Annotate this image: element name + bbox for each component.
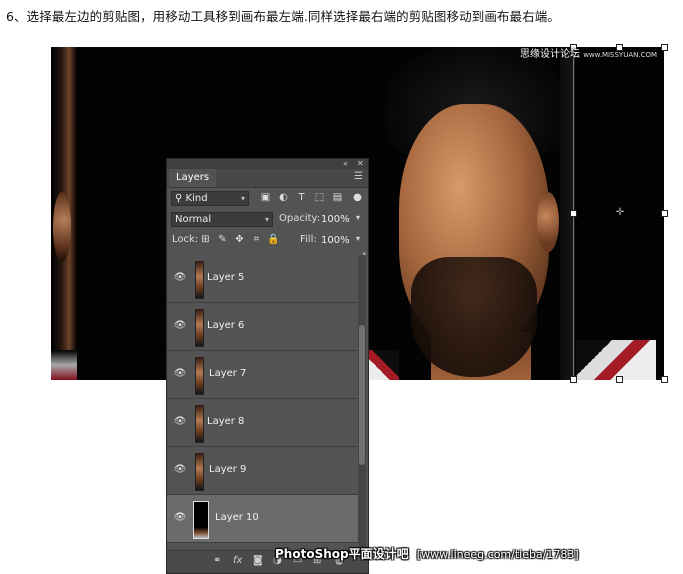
smart-object-filter-icon[interactable]: ▤ [331,191,344,204]
left-clip-image[interactable] [51,47,77,380]
watermark-top: 思缘设计论坛 www.MISSYUAN.COM [520,45,657,60]
layer-thumbnail [193,501,209,539]
watermark-brand: PhotoShop平面设计吧 [275,547,409,561]
layer-thumbnail [195,453,204,491]
fill-label: Fill: [300,234,317,245]
lock-all-icon[interactable]: 🔒 [267,233,280,246]
visibility-eye-icon[interactable]: 👁 [173,320,187,332]
adjustment-filter-icon[interactable]: ◐ [277,191,290,204]
lock-transparent-icon[interactable]: ⊞ [199,233,212,246]
fx-icon[interactable]: fx [233,555,242,567]
watermark-url: [www.lineeg.com/tieba/1783] [416,548,579,561]
opacity-input[interactable]: 100% [321,212,350,227]
shirt-collar-left [369,350,399,380]
fill-input[interactable]: 100% [321,233,350,248]
filter-toggle-icon[interactable]: ● [351,191,364,204]
chevron-down-icon: ▾ [264,215,269,224]
shirt-collar-right [576,340,656,380]
transform-handle-mid-right[interactable] [661,210,668,217]
chevron-down-icon: ▾ [240,194,245,203]
pixel-filter-icon[interactable]: ▣ [259,191,272,204]
lock-row: Lock: ⊞ ✎ ✥ ⌗ 🔒 Fill: 100% ▾ [167,230,368,251]
watermark-top-small: www.MISSYUAN.COM [583,51,658,59]
layer-row[interactable]: 👁 Layer 8 [167,399,358,447]
lock-position-icon[interactable]: ✥ [233,233,246,246]
chevron-down-icon[interactable]: ▾ [356,234,360,243]
blend-mode-value: Normal [175,214,212,225]
layer-name: Layer 8 [207,416,245,427]
collapse-icon[interactable]: « [343,159,348,169]
layers-list: 👁 Layer 5 👁 Layer 6 👁 Layer 7 👁 Layer 8 … [167,255,358,550]
visibility-eye-icon[interactable]: 👁 [173,512,187,524]
layer-name: Layer 10 [215,512,259,523]
transform-handle-bottom-left[interactable] [570,376,577,383]
ear [537,192,559,252]
layers-scrollbar[interactable] [358,255,366,550]
left-shirt-fragment [51,350,77,380]
visibility-eye-icon[interactable]: 👁 [173,464,187,476]
transform-handle-bottom-mid[interactable] [616,376,623,383]
blend-row: Normal ▾ Opacity: 100% ▾ [167,209,368,230]
scrollbar-thumb[interactable] [359,325,365,465]
tab-layers[interactable]: Layers [169,169,217,187]
transform-center-icon[interactable]: ✛ [615,208,625,218]
filter-row: ⚲ Kind ▾ ▣ ◐ T ⬚ ▤ ● [167,188,368,209]
layer-name: Layer 5 [207,272,245,283]
layer-row[interactable]: 👁 Layer 9 [167,447,358,495]
lock-label: Lock: [172,234,199,245]
opacity-label: Opacity: [279,213,321,224]
watermark-top-text: 思缘设计论坛 [520,49,580,60]
lock-artboard-icon[interactable]: ⌗ [250,233,263,246]
watermark-bottom: PhotoShop平面设计吧 [www.lineeg.com/tieba/178… [275,545,579,562]
layer-name: Layer 7 [209,368,247,379]
type-filter-icon[interactable]: T [295,191,308,204]
layer-thumbnail [195,261,204,299]
blend-mode-dropdown[interactable]: Normal ▾ [171,212,273,227]
visibility-eye-icon[interactable]: 👁 [173,272,187,284]
filter-kind-label: Kind [185,193,208,204]
panel-tabbar: Layers ☰ [167,169,368,188]
layer-row[interactable]: 👁 Layer 5 [167,255,358,303]
mask-icon[interactable]: ◙ [253,555,263,567]
layer-thumbnail [195,405,204,443]
lock-paint-icon[interactable]: ✎ [216,233,229,246]
search-icon: ⚲ [175,193,183,204]
portrait-image [371,47,581,380]
visibility-eye-icon[interactable]: 👁 [173,368,187,380]
layer-row[interactable]: 👁 Layer 7 [167,351,358,399]
filter-kind-dropdown[interactable]: ⚲ Kind ▾ [171,191,249,206]
visibility-eye-icon[interactable]: 👁 [173,416,187,428]
chevron-down-icon[interactable]: ▾ [356,213,360,222]
transform-handle-bottom-right[interactable] [661,376,668,383]
shape-filter-icon[interactable]: ⬚ [313,191,326,204]
instruction-text: 6、选择最左边的剪贴图，用移动工具移到画布最左端.同样选择最右端的剪贴图移动到画… [6,9,560,24]
left-ear-fragment [53,192,71,262]
transform-handle-top-right[interactable] [661,44,668,51]
transform-handle-mid-left[interactable] [570,210,577,217]
link-icon[interactable]: ⚭ [213,555,221,567]
layer-name: Layer 9 [209,464,247,475]
close-icon[interactable]: ✕ [357,159,364,169]
layer-row[interactable]: 👁 Layer 6 [167,303,358,351]
layer-name: Layer 6 [207,320,245,331]
layers-panel: « ✕ Layers ☰ ⚲ Kind ▾ ▣ ◐ T ⬚ ▤ ● Normal… [166,158,369,574]
panel-menu-icon[interactable]: ☰ [354,172,363,182]
layer-thumbnail [195,309,204,347]
panel-titlebar[interactable]: « ✕ [167,159,368,169]
layer-row-selected[interactable]: 👁 Layer 10 [167,495,358,543]
beard [411,257,537,377]
layer-thumbnail [195,357,204,395]
